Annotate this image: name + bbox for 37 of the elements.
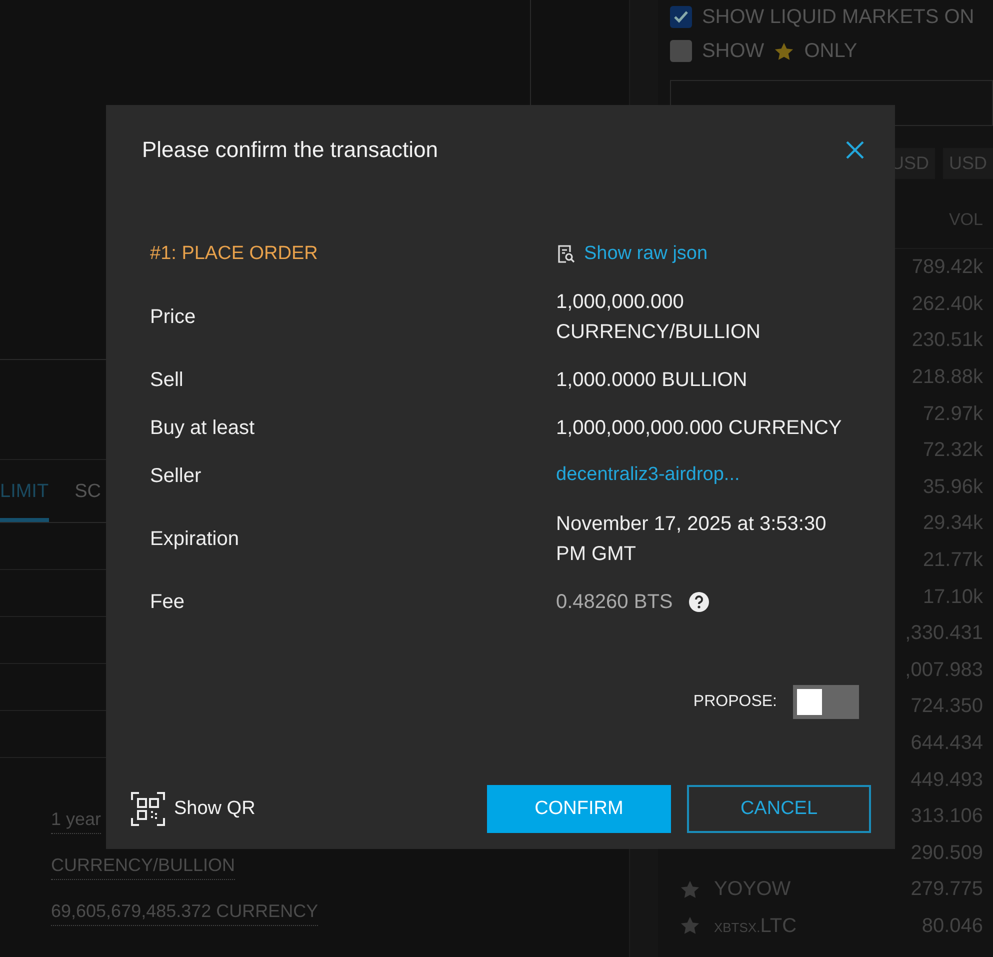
propose-toggle[interactable] xyxy=(793,685,859,719)
checkbox-label: SHOW xyxy=(702,39,764,64)
seller-link[interactable]: decentraliz3-airdrop... xyxy=(556,461,740,490)
order-tab[interactable]: LIMIT xyxy=(0,478,49,522)
field-value: 1,000.0000 BULLION xyxy=(556,368,748,392)
summary-value: CURRENCY/BULLION xyxy=(51,852,236,880)
field-value: 1,000,000,000.000 CURRENCY xyxy=(556,416,843,440)
field-label: Sell xyxy=(150,368,184,392)
field-label: Seller xyxy=(150,464,202,488)
field-value: November 17, 2025 at 3:53:30 PM GMT xyxy=(556,512,828,566)
checkbox[interactable] xyxy=(670,6,692,28)
checkbox-label: ONLY xyxy=(804,39,858,64)
cancel-button[interactable]: CANCEL xyxy=(687,785,871,833)
order-tab[interactable]: SC xyxy=(74,478,101,522)
summary-value: 1 year xyxy=(51,806,102,834)
qr-code-icon xyxy=(130,791,166,827)
help-icon[interactable] xyxy=(688,592,709,612)
check-icon xyxy=(672,10,689,24)
document-search-icon xyxy=(556,244,576,264)
checkbox-label: SHOW LIQUID MARKETS ON xyxy=(702,5,974,30)
star-icon[interactable] xyxy=(680,880,700,899)
show-qr-button[interactable]: Show QR xyxy=(130,791,256,827)
summary-value: 69,605,679,485.372 CURRENCY xyxy=(51,898,318,926)
operation-title: #1: PLACE ORDER xyxy=(150,242,319,266)
star-icon xyxy=(774,42,794,60)
propose-label: PROPOSE: xyxy=(693,692,777,712)
field-label: Expiration xyxy=(150,526,240,552)
field-label: Buy at least xyxy=(150,416,256,440)
star-icon[interactable] xyxy=(680,916,700,936)
close-icon[interactable] xyxy=(845,140,865,160)
field-label: Price xyxy=(150,304,197,330)
confirm-button[interactable]: CONFIRM xyxy=(487,785,671,833)
field-label: Fee xyxy=(150,590,186,614)
checkbox[interactable] xyxy=(670,40,692,62)
fee-value: 0.48260 BTS xyxy=(556,590,673,614)
field-value: 1,000,000.000 CURRENCY/BULLION xyxy=(556,290,762,344)
dialog-title: Please confirm the transaction xyxy=(142,136,438,164)
